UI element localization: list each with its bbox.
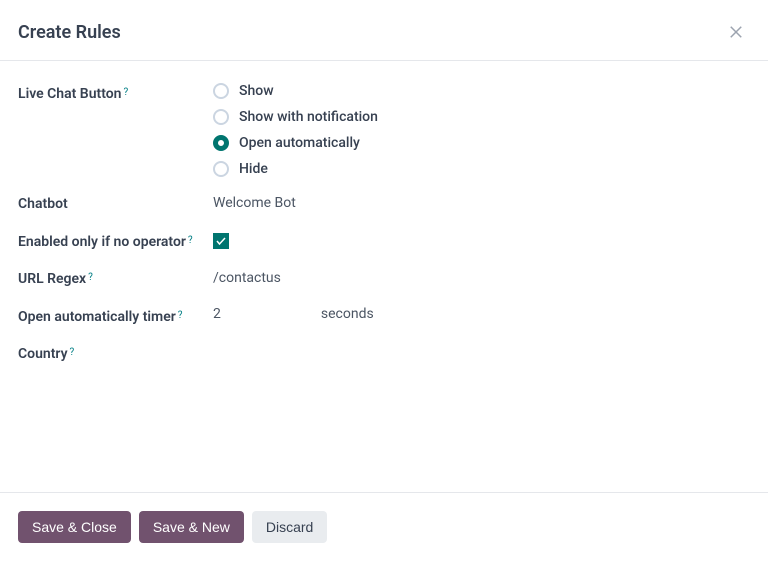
radio-icon	[213, 109, 229, 125]
url-regex-input[interactable]: /contactus	[213, 268, 750, 286]
field-label: URL Regex?	[18, 268, 213, 290]
country-input[interactable]	[213, 343, 750, 345]
check-icon	[215, 235, 227, 247]
field-value: 2 seconds	[213, 306, 750, 322]
checkbox-enabled-no-operator[interactable]	[213, 233, 229, 249]
label-text: Open automatically timer	[18, 309, 176, 325]
dialog-title: Create Rules	[18, 22, 121, 43]
save-new-button[interactable]: Save & New	[139, 511, 244, 543]
create-rules-dialog: Create Rules Live Chat Button? Show	[0, 0, 768, 561]
close-button[interactable]	[722, 18, 750, 46]
label-text: Live Chat Button	[18, 86, 122, 102]
timer-unit: seconds	[321, 306, 374, 322]
radio-icon	[213, 83, 229, 99]
radio-label: Show with notification	[239, 109, 378, 125]
radio-label: Open automatically	[239, 135, 360, 151]
field-label: Enabled only if no operator?	[18, 231, 213, 253]
field-enabled-no-operator: Enabled only if no operator?	[18, 231, 750, 253]
help-icon[interactable]: ?	[178, 310, 183, 321]
field-label: Chatbot	[18, 193, 213, 215]
chatbot-value[interactable]: Welcome Bot	[213, 193, 750, 211]
help-icon[interactable]: ?	[70, 347, 75, 358]
radio-icon	[213, 135, 229, 151]
timer-value[interactable]: 2	[213, 306, 221, 322]
save-close-button[interactable]: Save & Close	[18, 511, 131, 543]
dialog-body: Live Chat Button? Show Show with notific…	[0, 61, 768, 492]
dialog-header: Create Rules	[0, 0, 768, 61]
label-text: URL Regex	[18, 271, 86, 287]
label-text: Enabled only if no operator	[18, 234, 186, 250]
field-country: Country?	[18, 343, 750, 365]
radio-show[interactable]: Show	[213, 83, 750, 99]
field-value	[213, 231, 750, 249]
radio-group-live-chat: Show Show with notification Open automat…	[213, 83, 750, 177]
field-label: Country?	[18, 343, 213, 365]
field-value: Show Show with notification Open automat…	[213, 83, 750, 177]
field-url-regex: URL Regex? /contactus	[18, 268, 750, 290]
label-text: Country	[18, 346, 68, 362]
help-icon[interactable]: ?	[188, 235, 193, 246]
field-label: Open automatically timer?	[18, 306, 213, 328]
radio-icon	[213, 161, 229, 177]
field-open-timer: Open automatically timer? 2 seconds	[18, 306, 750, 328]
help-icon[interactable]: ?	[124, 87, 129, 98]
close-icon	[727, 23, 745, 41]
discard-button[interactable]: Discard	[252, 511, 327, 543]
radio-open-auto[interactable]: Open automatically	[213, 135, 750, 151]
radio-hide[interactable]: Hide	[213, 161, 750, 177]
dialog-footer: Save & Close Save & New Discard	[0, 492, 768, 561]
field-chatbot: Chatbot Welcome Bot	[18, 193, 750, 215]
radio-label: Hide	[239, 161, 268, 177]
field-live-chat-button: Live Chat Button? Show Show with notific…	[18, 83, 750, 177]
radio-label: Show	[239, 83, 274, 99]
field-label: Live Chat Button?	[18, 83, 213, 105]
radio-show-notification[interactable]: Show with notification	[213, 109, 750, 125]
help-icon[interactable]: ?	[88, 272, 93, 283]
